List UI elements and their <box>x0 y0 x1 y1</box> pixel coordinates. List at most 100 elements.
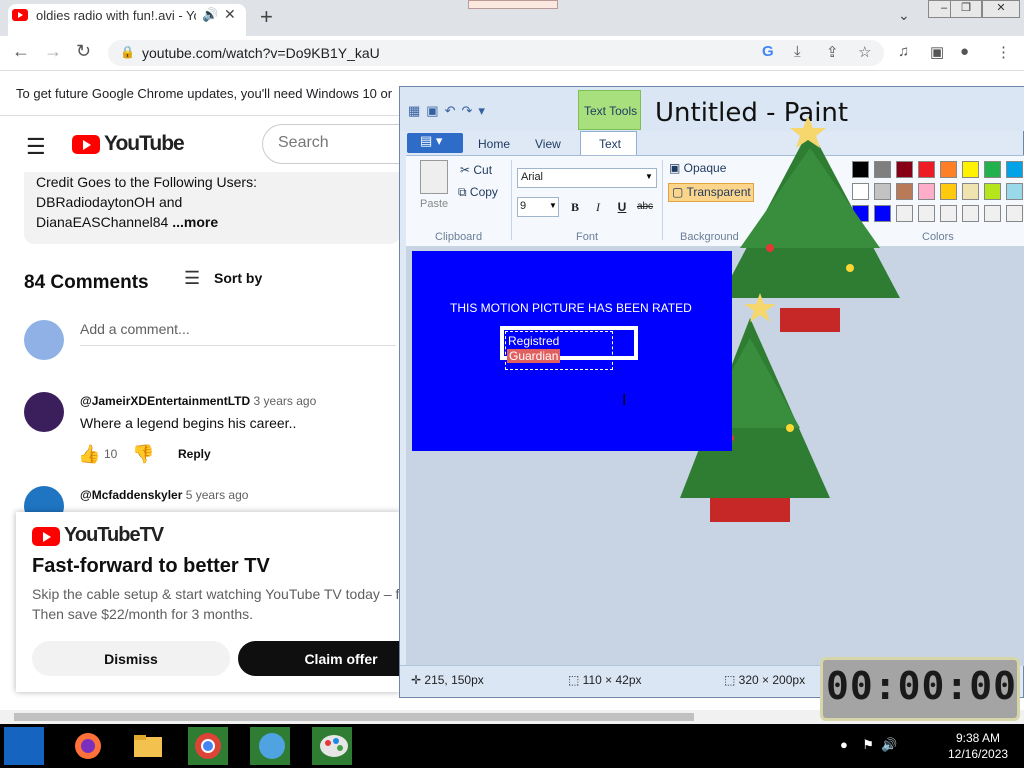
paste-icon[interactable] <box>420 160 448 194</box>
lock-icon[interactable]: 🔒 <box>120 45 135 59</box>
tab-text[interactable]: Text <box>599 137 621 151</box>
like-icon[interactable]: 👍 <box>78 444 100 465</box>
back-arrow-icon[interactable]: ← <box>12 41 30 62</box>
description-line: Credit Goes to the Following Users: <box>36 174 257 190</box>
paste-button[interactable]: Paste <box>420 198 448 210</box>
description-line: DBRadiodaytonOH and <box>36 194 183 210</box>
color-swatch[interactable] <box>962 183 979 200</box>
tab-audio-icon[interactable]: 🔊 <box>202 7 218 23</box>
color-swatch[interactable] <box>984 161 1001 178</box>
side-panel-icon[interactable]: ▣ <box>930 43 944 61</box>
youtube-logo-icon[interactable] <box>72 135 100 154</box>
chevron-down-icon[interactable]: ▼ <box>549 201 557 210</box>
media-control-icon[interactable]: ♫ <box>898 43 909 60</box>
cut-label: Cut <box>473 163 493 177</box>
text-box-line[interactable]: Registred <box>508 334 559 348</box>
share-icon[interactable]: ⇪ <box>826 43 839 61</box>
bold-button[interactable]: B <box>565 197 585 217</box>
tab-view[interactable]: View <box>535 137 561 151</box>
dismiss-button[interactable]: Dismiss <box>32 641 230 676</box>
clock-date[interactable]: 12/16/2023 <box>948 747 1008 761</box>
youtube-logo-text[interactable]: YouTube <box>104 132 185 156</box>
comment-author[interactable]: @Mcfaddenskyler 5 years ago <box>80 488 248 502</box>
description-line3: DianaEASChannel84 <box>36 214 169 230</box>
add-comment-input[interactable]: Add a comment... <box>80 321 396 346</box>
comment-author[interactable]: @JameirXDEntertainmentLTD 3 years ago <box>80 394 316 408</box>
tab-home[interactable]: Home <box>478 137 510 151</box>
color-swatch[interactable] <box>962 205 979 222</box>
search-placeholder: Search <box>278 134 329 151</box>
tab-search-chevron-icon[interactable]: ⌄ <box>898 7 910 24</box>
sort-icon[interactable]: ☰ <box>184 268 200 289</box>
font-group-label: Font <box>576 231 599 243</box>
security-shield-icon[interactable] <box>250 727 290 765</box>
commenter-avatar[interactable] <box>24 392 64 432</box>
forward-arrow-icon[interactable]: → <box>44 41 62 62</box>
color-swatch[interactable] <box>940 161 957 178</box>
comment-author-name[interactable]: @JameirXDEntertainmentLTD <box>80 394 250 408</box>
copy-label: Copy <box>469 185 498 199</box>
underline-button[interactable]: U <box>612 197 632 217</box>
quick-access-toolbar[interactable]: ▦▣↶↷▾ <box>408 103 491 119</box>
install-icon[interactable]: ⤓ <box>794 43 801 60</box>
maximize-button[interactable]: ❐ <box>950 0 982 18</box>
menu-dots-icon[interactable]: ⋮ <box>996 43 1011 61</box>
color-swatch[interactable] <box>984 183 1001 200</box>
text-box-selected-line[interactable]: Guardian <box>507 349 561 363</box>
tab-close-icon[interactable]: ✕ <box>224 6 236 23</box>
scrollbar-thumb[interactable] <box>14 713 694 721</box>
color-swatch[interactable] <box>1006 161 1023 178</box>
group-separator <box>511 160 512 240</box>
hamburger-menu-icon[interactable]: ☰ <box>26 134 46 160</box>
selection-size-value: 110 × 42px <box>582 673 642 687</box>
copy-button[interactable]: ⧉ Copy <box>458 185 498 200</box>
close-window-button[interactable]: ✕ <box>982 0 1020 18</box>
firefox-icon[interactable] <box>68 727 108 765</box>
clock-time[interactable]: 9:38 AM <box>956 731 1000 745</box>
youtube-favicon-icon <box>12 9 28 21</box>
color-swatch[interactable] <box>918 161 935 178</box>
cut-button[interactable]: ✂ Cut <box>460 163 492 177</box>
sort-by-button[interactable]: Sort by <box>214 270 262 286</box>
color-swatch[interactable] <box>962 161 979 178</box>
comment-age: 3 years ago <box>253 394 317 408</box>
like-count: 10 <box>104 447 118 461</box>
youtube-tv-logo-icon <box>32 527 60 546</box>
start-button[interactable] <box>4 727 44 765</box>
cursor-position: ✛ 215, 150px <box>411 673 484 687</box>
colors-group-label: Colors <box>922 231 954 243</box>
comment-author-name[interactable]: @Mcfaddenskyler <box>80 488 182 502</box>
chrome-icon[interactable] <box>188 727 228 765</box>
reload-icon[interactable]: ↻ <box>76 41 91 62</box>
color-swatch[interactable] <box>1006 183 1023 200</box>
claim-offer-button[interactable]: Claim offer <box>238 641 400 676</box>
show-more-link[interactable]: ...more <box>172 214 218 230</box>
ornament-icon <box>786 424 794 432</box>
system-tray-icons[interactable]: ● ⚑ 🔊 <box>840 737 897 753</box>
promo-text: Skip the cable setup & start watching Yo… <box>32 586 400 602</box>
clipboard-group-label: Clipboard <box>435 231 483 243</box>
canvas-size: ⬚ 320 × 200px <box>724 673 806 687</box>
reply-button[interactable]: Reply <box>178 447 211 461</box>
file-menu-icon[interactable]: ▤ ▾ <box>420 133 442 149</box>
color-swatch[interactable] <box>918 205 935 222</box>
comments-count: 84 Comments <box>24 272 149 293</box>
promo-text: Then save $22/month for 3 months. <box>32 606 254 622</box>
file-explorer-icon[interactable] <box>128 727 168 765</box>
dislike-icon[interactable]: 👎 <box>132 444 154 465</box>
color-swatch[interactable] <box>1006 205 1023 222</box>
italic-button[interactable]: I <box>588 197 608 217</box>
profile-avatar-icon[interactable]: ● <box>960 43 969 60</box>
paint-app-icon[interactable] <box>312 727 352 765</box>
color-swatch[interactable] <box>918 183 935 200</box>
url-text: youtube.com/watch?v=Do9KB1Y_kaU <box>142 45 380 61</box>
color-swatch[interactable] <box>940 205 957 222</box>
google-lens-icon[interactable]: G <box>762 43 774 60</box>
update-notice-text: To get future Google Chrome updates, you… <box>16 86 396 101</box>
font-family-value: Arial <box>521 171 544 183</box>
font-size-value: 9 <box>520 200 527 212</box>
color-swatch[interactable] <box>940 183 957 200</box>
color-swatch[interactable] <box>984 205 1001 222</box>
new-tab-icon[interactable]: + <box>260 4 273 30</box>
bookmark-star-icon[interactable]: ☆ <box>858 43 871 61</box>
